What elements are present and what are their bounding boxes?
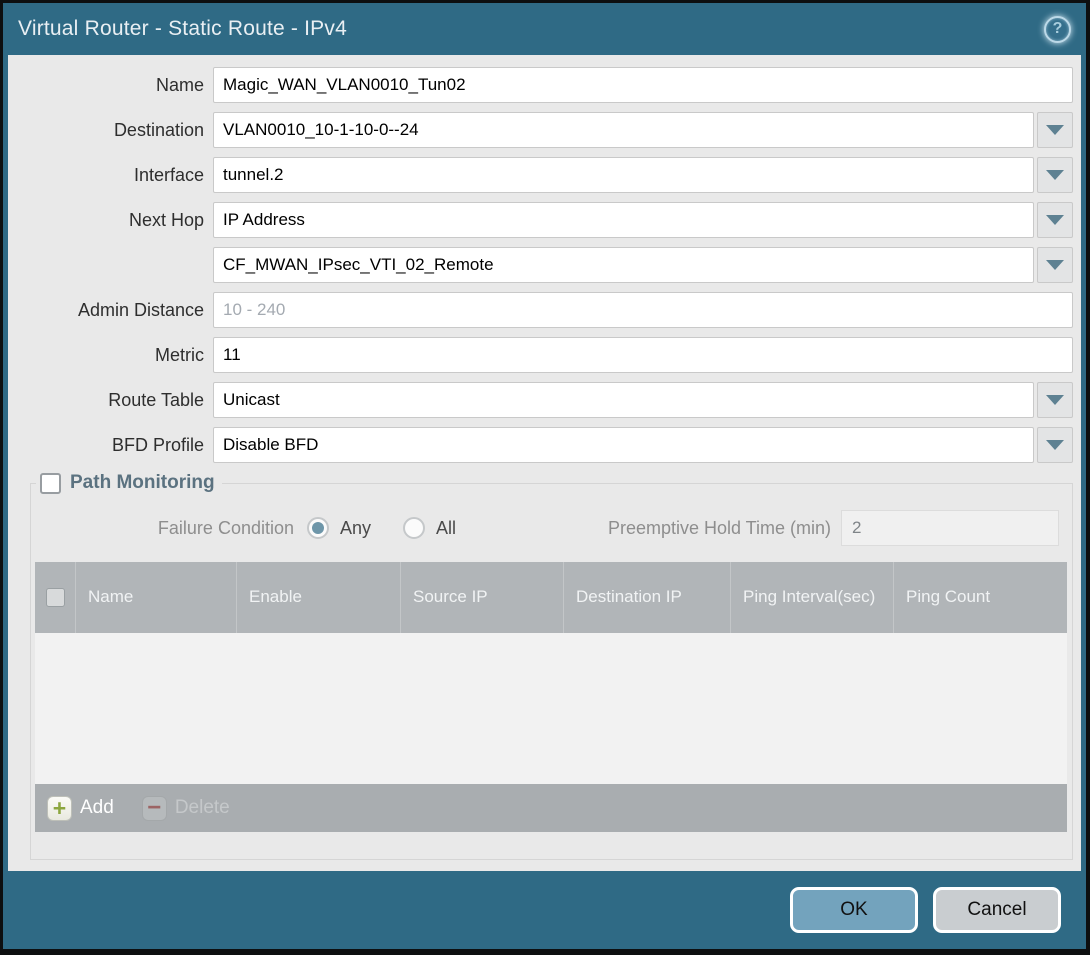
bfd-profile-dropdown-button[interactable]	[1037, 427, 1073, 463]
chevron-down-icon	[1046, 170, 1064, 180]
next-hop-type-dropdown-button[interactable]	[1037, 202, 1073, 238]
radio-all-label: All	[436, 518, 456, 539]
admin-distance-label: Admin Distance	[16, 300, 204, 321]
bottom-button-bar: OK Cancel	[8, 871, 1081, 949]
table-toolbar: + Add − Delete	[35, 784, 1067, 832]
form-row-name: Name	[16, 67, 1073, 103]
form-row-destination: Destination	[16, 112, 1073, 148]
dialog-window: Virtual Router - Static Route - IPv4 ? N…	[0, 0, 1090, 955]
bfd-profile-input[interactable]	[213, 427, 1034, 463]
dialog-frame: Virtual Router - Static Route - IPv4 ? N…	[3, 3, 1086, 949]
add-button-label: Add	[80, 797, 114, 819]
dialog-title: Virtual Router - Static Route - IPv4	[18, 17, 347, 41]
form-row-next-hop: Next Hop	[16, 202, 1073, 238]
next-hop-address-dropdown-button[interactable]	[1037, 247, 1073, 283]
delete-button-label: Delete	[175, 797, 230, 819]
route-table-input[interactable]	[213, 382, 1034, 418]
chevron-down-icon	[1046, 215, 1064, 225]
path-monitor-table-body	[35, 633, 1067, 784]
radio-any-label: Any	[340, 518, 371, 539]
radio-any-icon	[307, 517, 329, 539]
form-row-next-hop-address	[16, 247, 1073, 283]
preemptive-hold-time-label: Preemptive Hold Time (min)	[608, 518, 831, 539]
failure-condition-all-option[interactable]: All	[403, 517, 456, 539]
chevron-down-icon	[1046, 260, 1064, 270]
cancel-button[interactable]: Cancel	[933, 887, 1061, 933]
path-monitor-table-header: Name Enable Source IP Destination IP Pin…	[35, 562, 1067, 633]
column-header-ping-count[interactable]: Ping Count	[893, 562, 1067, 633]
ok-button[interactable]: OK	[790, 887, 918, 933]
interface-input[interactable]	[213, 157, 1034, 193]
minus-icon: −	[142, 796, 167, 821]
form-row-route-table: Route Table	[16, 382, 1073, 418]
column-header-enable[interactable]: Enable	[236, 562, 400, 633]
chevron-down-icon	[1046, 125, 1064, 135]
form-row-interface: Interface	[16, 157, 1073, 193]
path-monitoring-checkbox[interactable]	[40, 473, 61, 494]
destination-input[interactable]	[213, 112, 1034, 148]
bfd-profile-label: BFD Profile	[16, 435, 204, 456]
column-header-name[interactable]: Name	[75, 562, 236, 633]
path-monitoring-legend: Path Monitoring	[36, 472, 222, 494]
plus-icon: +	[47, 796, 72, 821]
add-button[interactable]: + Add	[47, 796, 114, 821]
name-label: Name	[16, 75, 204, 96]
radio-all-icon	[403, 517, 425, 539]
route-table-label: Route Table	[16, 390, 204, 411]
name-input[interactable]	[213, 67, 1073, 103]
metric-input[interactable]	[213, 337, 1073, 373]
form-row-admin-distance: Admin Distance	[16, 292, 1073, 328]
destination-dropdown-button[interactable]	[1037, 112, 1073, 148]
interface-label: Interface	[16, 165, 204, 186]
form-row-metric: Metric	[16, 337, 1073, 373]
failure-condition-label: Failure Condition	[42, 518, 294, 539]
route-table-dropdown-button[interactable]	[1037, 382, 1073, 418]
column-header-destination-ip[interactable]: Destination IP	[563, 562, 730, 633]
column-header-source-ip[interactable]: Source IP	[400, 562, 563, 633]
title-bar: Virtual Router - Static Route - IPv4 ?	[8, 3, 1081, 55]
interface-dropdown-button[interactable]	[1037, 157, 1073, 193]
next-hop-address-input[interactable]	[213, 247, 1034, 283]
next-hop-type-input[interactable]	[213, 202, 1034, 238]
failure-condition-any-option[interactable]: Any	[307, 517, 371, 539]
destination-label: Destination	[16, 120, 204, 141]
column-header-ping-interval[interactable]: Ping Interval(sec)	[730, 562, 893, 633]
delete-button[interactable]: − Delete	[142, 796, 230, 821]
dialog-body: Name Destination Interface	[8, 55, 1081, 871]
admin-distance-input[interactable]	[213, 292, 1073, 328]
select-all-checkbox[interactable]	[46, 588, 65, 607]
path-monitor-table: Name Enable Source IP Destination IP Pin…	[35, 562, 1067, 832]
preemptive-hold-time-input[interactable]	[841, 510, 1059, 546]
path-monitoring-section: Path Monitoring Failure Condition Any Al…	[30, 472, 1073, 860]
help-icon[interactable]: ?	[1044, 16, 1071, 43]
metric-label: Metric	[16, 345, 204, 366]
path-monitoring-title: Path Monitoring	[70, 472, 215, 494]
failure-condition-row: Failure Condition Any All Preemptive Hol…	[42, 510, 1059, 546]
next-hop-label: Next Hop	[16, 210, 204, 231]
chevron-down-icon	[1046, 395, 1064, 405]
form-row-bfd-profile: BFD Profile	[16, 427, 1073, 463]
chevron-down-icon	[1046, 440, 1064, 450]
preemptive-hold-time-group: Preemptive Hold Time (min)	[608, 510, 1059, 546]
